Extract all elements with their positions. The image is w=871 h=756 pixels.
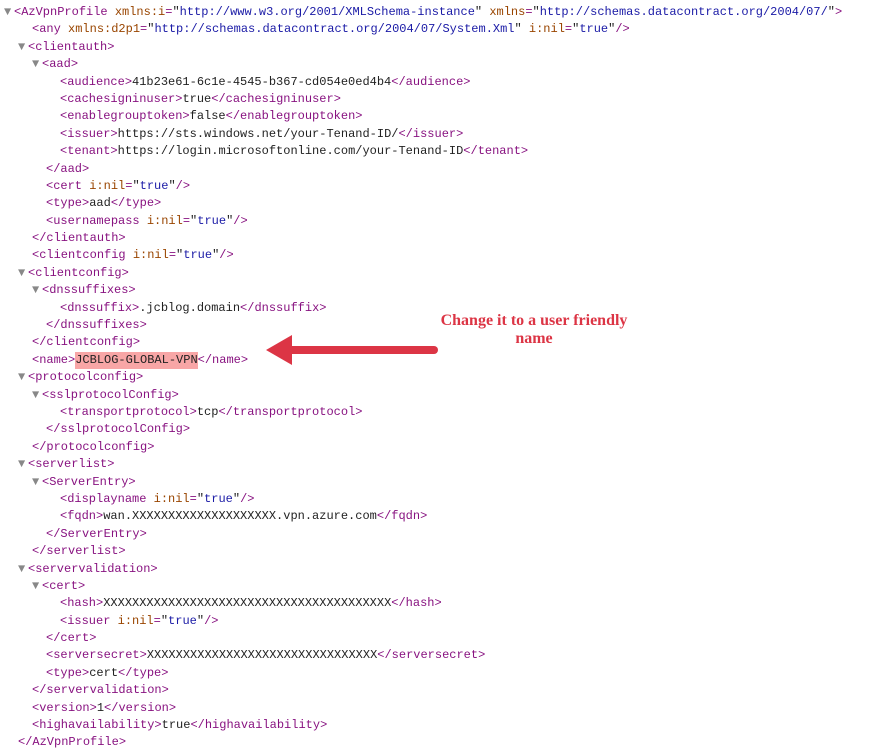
line-version: <version>1</version> [4, 700, 867, 717]
line-tenant: <tenant>https://login.microsoftonline.co… [4, 143, 867, 160]
toggle-icon[interactable]: ▼ [32, 474, 42, 491]
line-transportprotocol: <transportprotocol>tcp</transportprotoco… [4, 404, 867, 421]
line-ServerEntry-open: ▼<ServerEntry> [4, 474, 867, 491]
toggle-icon[interactable]: ▼ [4, 4, 14, 21]
line-clientconfig-open: ▼<clientconfig> [4, 265, 867, 282]
line-sslprotocolConfig-open: ▼<sslprotocolConfig> [4, 387, 867, 404]
line-fqdn: <fqdn>wan.XXXXXXXXXXXXXXXXXXXX.vpn.azure… [4, 508, 867, 525]
line-root-open: ▼<AzVpnProfile xmlns:i="http://www.w3.or… [4, 4, 867, 21]
line-sv-cert-close: </cert> [4, 630, 867, 647]
line-cachesigninuser: <cachesigninuser>true</cachesigninuser> [4, 91, 867, 108]
line-clientauth-close: </clientauth> [4, 230, 867, 247]
line-aad-open: ▼<aad> [4, 56, 867, 73]
line-issuer: <issuer>https://sts.windows.net/your-Ten… [4, 126, 867, 143]
line-sv-type: <type>cert</type> [4, 665, 867, 682]
line-ServerEntry-close: </ServerEntry> [4, 526, 867, 543]
line-highavailability: <highavailability>true</highavailability… [4, 717, 867, 734]
line-serversecret: <serversecret>XXXXXXXXXXXXXXXXXXXXXXXXXX… [4, 647, 867, 664]
line-serverlist-open: ▼<serverlist> [4, 456, 867, 473]
line-aad-close: </aad> [4, 161, 867, 178]
toggle-icon[interactable]: ▼ [32, 578, 42, 595]
line-dnssuffixes-close: </dnssuffixes> [4, 317, 867, 334]
line-enablegrouptoken: <enablegrouptoken>false</enablegrouptoke… [4, 108, 867, 125]
line-dnssuffix: <dnssuffix>.jcblog.domain</dnssuffix> [4, 300, 867, 317]
line-sslprotocolConfig-close: </sslprotocolConfig> [4, 421, 867, 438]
line-root-close: </AzVpnProfile> [4, 734, 867, 751]
toggle-icon[interactable]: ▼ [32, 387, 42, 404]
line-sv-hash: <hash>XXXXXXXXXXXXXXXXXXXXXXXXXXXXXXXXXX… [4, 595, 867, 612]
line-servervalidation-close: </servervalidation> [4, 682, 867, 699]
toggle-icon[interactable]: ▼ [18, 369, 28, 386]
line-name-highlight: <name>JCBLOG-GLOBAL-VPN</name> [4, 352, 867, 369]
line-serverlist-close: </serverlist> [4, 543, 867, 560]
line-usernamepass-nil: <usernamepass i:nil="true"/> [4, 213, 867, 230]
line-clientconfig-close: </clientconfig> [4, 334, 867, 351]
toggle-icon[interactable]: ▼ [32, 282, 42, 299]
toggle-icon[interactable]: ▼ [32, 56, 42, 73]
line-type-aad: <type>aad</type> [4, 195, 867, 212]
highlighted-value: JCBLOG-GLOBAL-VPN [75, 352, 197, 369]
line-clientconfig-nil: <clientconfig i:nil="true"/> [4, 247, 867, 264]
line-cert-nil: <cert i:nil="true"/> [4, 178, 867, 195]
toggle-icon[interactable]: ▼ [18, 561, 28, 578]
line-clientauth-open: ▼<clientauth> [4, 39, 867, 56]
line-audience: <audience>41b23e61-6c1e-4545-b367-cd054e… [4, 74, 867, 91]
toggle-icon[interactable]: ▼ [18, 265, 28, 282]
toggle-icon[interactable]: ▼ [18, 456, 28, 473]
toggle-icon[interactable]: ▼ [18, 39, 28, 56]
line-sv-issuer-nil: <issuer i:nil="true"/> [4, 613, 867, 630]
line-servervalidation-open: ▼<servervalidation> [4, 561, 867, 578]
line-any: <any xmlns:d2p1="http://schemas.datacont… [4, 21, 867, 38]
line-protocolconfig-close: </protocolconfig> [4, 439, 867, 456]
xml-tree: ▼<AzVpnProfile xmlns:i="http://www.w3.or… [4, 4, 867, 752]
line-dnssuffixes-open: ▼<dnssuffixes> [4, 282, 867, 299]
line-displayname-nil: <displayname i:nil="true"/> [4, 491, 867, 508]
line-protocolconfig-open: ▼<protocolconfig> [4, 369, 867, 386]
line-sv-cert-open: ▼<cert> [4, 578, 867, 595]
